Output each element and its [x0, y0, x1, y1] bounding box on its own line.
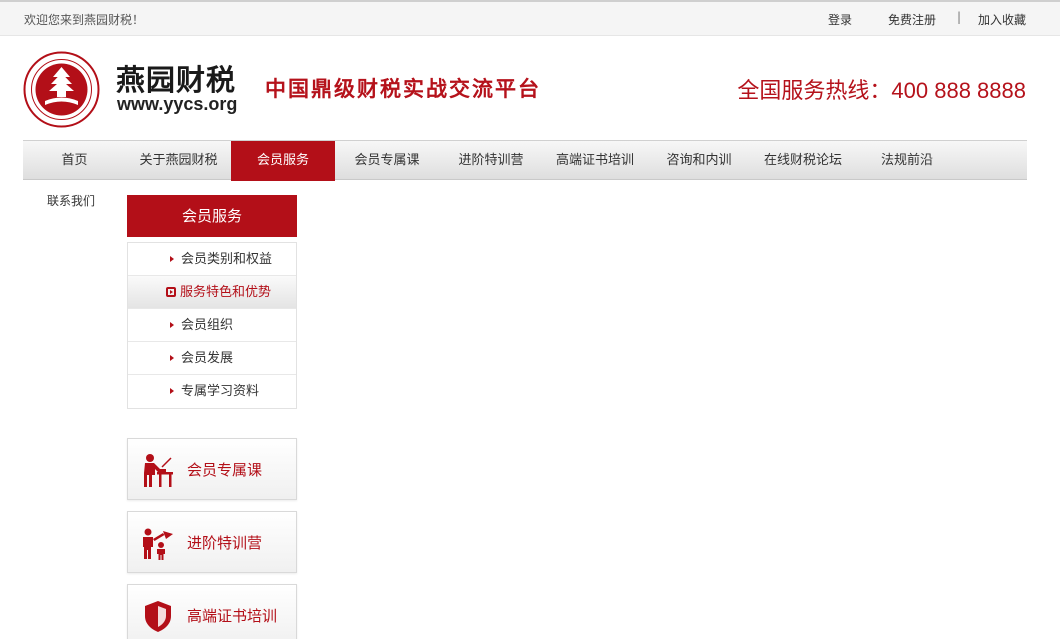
brand-name: 燕园财税 [116, 63, 237, 97]
arrow-right-icon [170, 256, 174, 262]
sidebar-menu: 会员类别和权益 服务特色和优势 会员组织 会员发展 专属学习资料 [127, 242, 297, 409]
login-link[interactable]: 登录 [828, 11, 852, 28]
nav-item-regulations[interactable]: 法规前沿 [855, 141, 959, 181]
topbar-separator: | [957, 10, 962, 24]
feature-training-camp[interactable]: 进阶特训营 [127, 511, 297, 573]
add-favorite-link[interactable]: 加入收藏 [978, 11, 1026, 28]
register-link[interactable]: 免费注册 [888, 11, 936, 28]
arrow-right-icon [170, 388, 174, 394]
trainer-icon [143, 528, 173, 560]
sidebar-item-member-types[interactable]: 会员类别和权益 [128, 243, 296, 276]
logo-emblem-icon [23, 51, 100, 128]
sidebar-item-label: 专属学习资料 [181, 384, 260, 399]
feature-label: 进阶特训营 [187, 534, 263, 552]
nav-item-certificate[interactable]: 高端证书培训 [543, 141, 647, 181]
nav-item-training-camp[interactable]: 进阶特训营 [439, 141, 543, 181]
sidebar-title: 会员服务 [127, 195, 297, 237]
nav-item-contact[interactable]: 联系我们 [47, 192, 95, 209]
nav-item-member-service[interactable]: 会员服务 [231, 141, 335, 181]
nav-item-forum[interactable]: 在线财税论坛 [751, 141, 855, 181]
slogan: 中国鼎级财税实战交流平台 [265, 76, 541, 101]
feature-label: 高端证书培训 [187, 607, 278, 625]
feature-member-course[interactable]: 会员专属课 [127, 438, 297, 500]
sidebar-item-label: 服务特色和优势 [180, 285, 272, 300]
feature-certificate[interactable]: 高端证书培训 [127, 584, 297, 639]
hotline: 全国服务热线：400 888 8888 [737, 78, 1026, 103]
brand-url: www.yycs.org [117, 94, 238, 114]
sidebar-item-member-organization[interactable]: 会员组织 [128, 309, 296, 342]
shield-icon [145, 601, 171, 632]
nav-item-about[interactable]: 关于燕园财税 [126, 141, 231, 181]
feature-label: 会员专属课 [187, 461, 263, 479]
boxed-arrow-icon [166, 287, 176, 297]
nav-item-consulting[interactable]: 咨询和内训 [647, 141, 751, 181]
welcome-text: 欢迎您来到燕园财税！ [24, 13, 145, 27]
lecturer-icon [144, 454, 173, 487]
main-nav: 首页 关于燕园财税 会员服务 会员专属课 进阶特训营 高端证书培训 咨询和内训 … [23, 140, 1027, 181]
nav-item-member-course[interactable]: 会员专属课 [335, 141, 439, 181]
top-bar: 欢迎您来到燕园财税！ 登录 免费注册 | 加入收藏 [0, 0, 1060, 36]
site-logo[interactable] [23, 51, 100, 128]
sidebar-item-label: 会员类别和权益 [181, 252, 273, 267]
sidebar-item-label: 会员发展 [181, 351, 234, 366]
sidebar-item-member-development[interactable]: 会员发展 [128, 342, 296, 375]
nav-item-home[interactable]: 首页 [23, 141, 126, 181]
arrow-right-icon [170, 322, 174, 328]
sidebar-item-service-features[interactable]: 服务特色和优势 [128, 276, 296, 309]
sidebar-item-study-materials[interactable]: 专属学习资料 [128, 375, 296, 408]
sidebar-item-label: 会员组织 [181, 318, 234, 333]
arrow-right-icon [170, 355, 174, 361]
